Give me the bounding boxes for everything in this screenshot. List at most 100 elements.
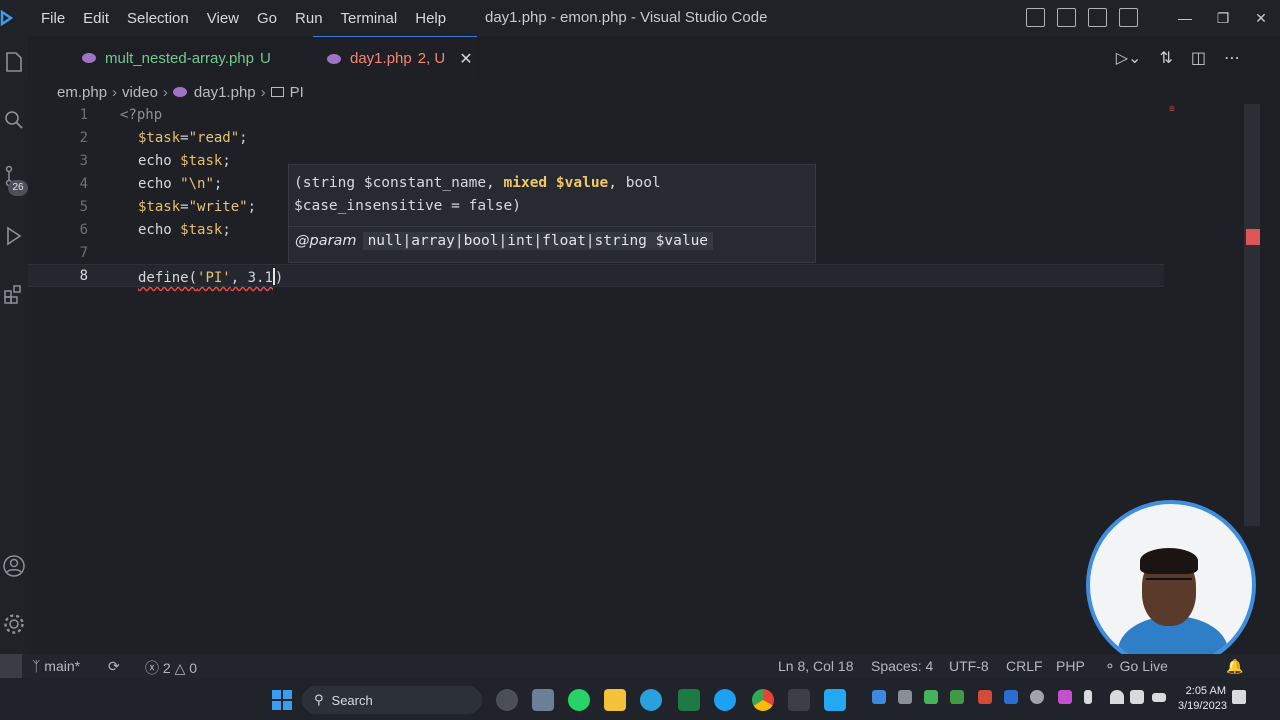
vertical-scrollbar[interactable]	[1244, 104, 1260, 526]
go-live[interactable]: ⚬ Go Live	[1104, 658, 1168, 675]
line-number: 1	[79, 107, 88, 123]
toggle-secondary-sidebar-icon[interactable]	[1088, 8, 1107, 27]
error-squiggle[interactable]: define('PI', 3.1	[138, 270, 273, 286]
code-punct: ;	[247, 199, 257, 215]
chevron-right-icon: ›	[162, 83, 168, 101]
run-debug-icon[interactable]	[2, 224, 26, 248]
bluetooth-icon[interactable]	[872, 690, 886, 704]
explorer-icon[interactable]	[2, 50, 26, 74]
search-icon: ⚲	[314, 692, 324, 707]
code-punct: ;	[222, 153, 231, 169]
problems-status[interactable]: ⓧ 2 △ 0	[145, 658, 197, 678]
menu-view[interactable]: View	[198, 10, 248, 27]
tab-day1[interactable]: day1.php 2, U ✕	[313, 36, 477, 80]
restore-icon[interactable]: ❐	[1204, 0, 1242, 36]
whatsapp-icon[interactable]	[568, 689, 590, 711]
indentation[interactable]: Spaces: 4	[871, 658, 933, 674]
search-placeholder: Search	[331, 692, 373, 708]
tab-mult-nested-array[interactable]: mult_nested-array.php U	[56, 36, 312, 80]
menu-selection[interactable]: Selection	[118, 10, 198, 27]
breadcrumb-item[interactable]: video	[122, 84, 158, 101]
notification-center-icon[interactable]	[1232, 690, 1246, 704]
photos-app-icon[interactable]	[532, 689, 554, 711]
accounts-icon[interactable]	[2, 554, 26, 578]
line-ending[interactable]: CRLF	[1006, 658, 1043, 674]
windows-taskbar: ⚲ Search 2:05 AM 3/19/2023	[0, 678, 1280, 720]
breadcrumb-item[interactable]: day1.php	[194, 84, 256, 101]
search-icon[interactable]	[2, 108, 26, 132]
twitter-icon[interactable]	[714, 689, 736, 711]
tray-app-icon[interactable]	[898, 690, 912, 704]
title-bar: File Edit Selection View Go Run Terminal…	[0, 0, 1280, 36]
tab-label: mult_nested-array.php	[105, 49, 254, 67]
branch-status[interactable]: ᛉ main*	[32, 658, 80, 674]
language-mode[interactable]: PHP	[1056, 658, 1085, 674]
code-string: "read"	[188, 130, 240, 146]
breadcrumb-item[interactable]: em.php	[57, 84, 107, 101]
menu-go[interactable]: Go	[248, 10, 286, 27]
taskbar-search[interactable]: ⚲ Search	[302, 686, 482, 714]
layout-controls	[1026, 8, 1138, 27]
windows-start-icon[interactable]	[272, 690, 292, 710]
compare-changes-icon[interactable]: ⇅	[1159, 48, 1172, 68]
tray-app-icon[interactable]	[950, 690, 964, 704]
battery-icon[interactable]	[1152, 693, 1166, 702]
tab-problem-status: 2, U	[417, 50, 446, 67]
code-text: $task="write";	[138, 199, 257, 215]
remote-indicator[interactable]	[0, 654, 22, 678]
chrome-icon[interactable]	[752, 689, 774, 711]
tray-app-icon[interactable]	[1004, 690, 1018, 704]
file-explorer-icon[interactable]	[604, 689, 626, 711]
tray-app-icon[interactable]	[978, 690, 992, 704]
menu-terminal[interactable]: Terminal	[332, 10, 407, 27]
broadcast-icon: ⚬	[1104, 658, 1116, 674]
microphone-icon[interactable]	[1084, 690, 1092, 704]
menu-run[interactable]: Run	[286, 10, 332, 27]
settings-gear-icon[interactable]	[2, 612, 26, 636]
code-text-rest: , 3.1	[230, 270, 273, 286]
sync-icon[interactable]: ⟳	[108, 658, 120, 675]
customize-layout-icon[interactable]	[1119, 8, 1138, 27]
run-file-icon[interactable]: ▷⌄	[1116, 48, 1142, 68]
param-type: null|array|bool|int|float|string $value	[362, 232, 714, 250]
code-string: "write"	[188, 199, 248, 215]
volume-icon[interactable]	[1130, 690, 1144, 704]
code-function: define(	[138, 270, 198, 286]
git-branch-icon: ᛉ	[32, 658, 41, 674]
notifications-bell-icon[interactable]: 🔔	[1226, 658, 1243, 675]
go-live-label: Go Live	[1119, 658, 1168, 674]
encoding[interactable]: UTF-8	[949, 658, 989, 674]
menu-edit[interactable]: Edit	[74, 10, 118, 27]
extensions-icon[interactable]	[2, 282, 26, 306]
toggle-panel-icon[interactable]	[1057, 8, 1076, 27]
code-string: "\n"	[180, 176, 214, 192]
close-window-icon[interactable]: ✕	[1242, 0, 1280, 36]
wifi-icon[interactable]	[1110, 690, 1124, 704]
line-number: 5	[79, 199, 88, 215]
tray-app-icon[interactable]	[1030, 690, 1044, 704]
code-text: echo $task;	[138, 153, 231, 169]
line-number: 8	[79, 268, 88, 284]
menu-file[interactable]: File	[32, 10, 74, 27]
chrome-canary-icon[interactable]	[496, 689, 518, 711]
cursor-position[interactable]: Ln 8, Col 18	[778, 658, 854, 674]
vscode-taskbar-icon[interactable]	[824, 689, 846, 711]
breadcrumb-item[interactable]: PI	[290, 84, 304, 101]
telegram-icon[interactable]	[640, 689, 662, 711]
php-file-icon	[327, 53, 341, 64]
system-clock[interactable]: 2:05 AM 3/19/2023	[1178, 684, 1227, 714]
menu-help[interactable]: Help	[406, 10, 455, 27]
close-tab-icon[interactable]: ✕	[459, 49, 472, 69]
toggle-primary-sidebar-icon[interactable]	[1026, 8, 1045, 27]
excel-icon[interactable]	[678, 689, 700, 711]
warning-count: 0	[189, 660, 198, 676]
line-number: 6	[79, 222, 88, 238]
php-file-icon	[82, 53, 96, 63]
code-line: 1 <?php	[28, 104, 1164, 127]
minimize-icon[interactable]: —	[1166, 0, 1204, 36]
more-actions-icon[interactable]: ⋯	[1224, 48, 1240, 68]
split-editor-icon[interactable]: ◫	[1191, 48, 1206, 68]
tray-app-icon[interactable]	[924, 690, 938, 704]
tray-app-icon[interactable]	[1058, 690, 1072, 704]
terminal-icon[interactable]	[788, 689, 810, 711]
